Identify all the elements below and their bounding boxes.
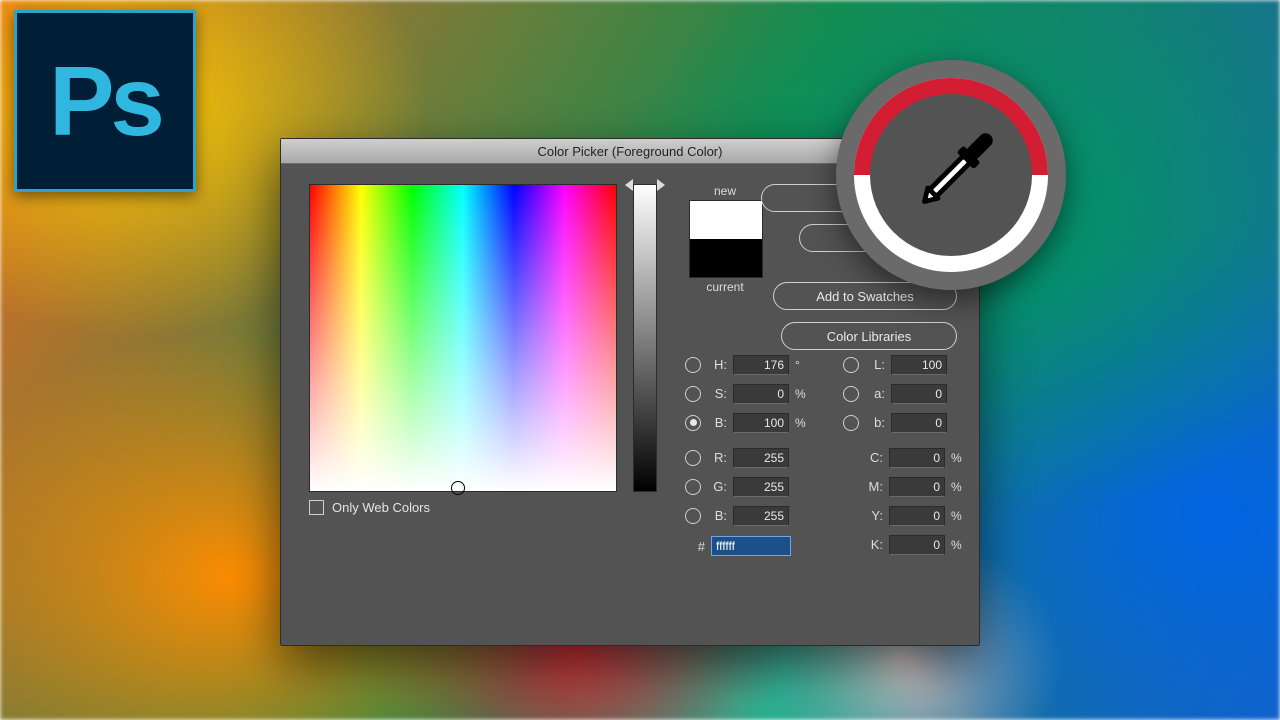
label-g: G: — [707, 479, 727, 494]
label-l: L: — [865, 357, 885, 372]
input-b[interactable] — [733, 413, 789, 433]
hex-label: # — [685, 539, 705, 554]
color-libraries-button[interactable]: Color Libraries — [781, 322, 957, 350]
label-a: a: — [865, 386, 885, 401]
unit-h: ° — [795, 358, 811, 372]
unit-m: % — [951, 480, 967, 494]
input-c[interactable] — [889, 448, 945, 468]
radio-l[interactable] — [843, 357, 859, 373]
slider-thumb-left[interactable] — [625, 179, 633, 191]
slider-thumb-right[interactable] — [657, 179, 665, 191]
photoshop-logo: Ps — [14, 10, 196, 192]
label-m: M: — [863, 479, 883, 494]
color-field-cursor[interactable] — [451, 481, 465, 495]
radio-a[interactable] — [843, 386, 859, 402]
unit-s: % — [795, 387, 811, 401]
unit-b: % — [795, 416, 811, 430]
label-y: Y: — [863, 508, 883, 523]
radio-r[interactable] — [685, 450, 701, 466]
unit-c: % — [951, 451, 967, 465]
only-web-colors-label: Only Web Colors — [332, 500, 430, 515]
radio-h[interactable] — [685, 357, 701, 373]
input-k[interactable] — [889, 535, 945, 555]
input-lab-b[interactable] — [891, 413, 947, 433]
radio-lab-b[interactable] — [843, 415, 859, 431]
new-label: new — [689, 184, 761, 198]
input-s[interactable] — [733, 384, 789, 404]
radio-s[interactable] — [685, 386, 701, 402]
brightness-slider[interactable] — [633, 184, 657, 492]
only-web-colors-checkbox[interactable] — [309, 500, 324, 515]
current-label: current — [689, 280, 761, 294]
input-m[interactable] — [889, 477, 945, 497]
label-k: K: — [863, 537, 883, 552]
input-l[interactable] — [891, 355, 947, 375]
label-r: R: — [707, 450, 727, 465]
input-a[interactable] — [891, 384, 947, 404]
radio-b[interactable] — [685, 415, 701, 431]
new-color-swatch[interactable] — [690, 201, 762, 239]
label-b: B: — [707, 415, 727, 430]
radio-bb[interactable] — [685, 508, 701, 524]
input-r[interactable] — [733, 448, 789, 468]
input-bb[interactable] — [733, 506, 789, 526]
input-y[interactable] — [889, 506, 945, 526]
label-lab-b: b: — [865, 415, 885, 430]
eyedropper-badge — [836, 60, 1066, 290]
photoshop-logo-text: Ps — [49, 52, 161, 150]
current-color-swatch[interactable] — [690, 239, 762, 277]
label-s: S: — [707, 386, 727, 401]
unit-y: % — [951, 509, 967, 523]
input-hex[interactable] — [711, 536, 791, 556]
label-bb: B: — [707, 508, 727, 523]
label-c: C: — [863, 450, 883, 465]
eyedropper-icon — [895, 111, 1015, 231]
unit-k: % — [951, 538, 967, 552]
radio-g[interactable] — [685, 479, 701, 495]
label-h: H: — [707, 357, 727, 372]
input-g[interactable] — [733, 477, 789, 497]
color-preview: new current — [689, 184, 761, 294]
color-field[interactable] — [309, 184, 617, 492]
input-h[interactable] — [733, 355, 789, 375]
